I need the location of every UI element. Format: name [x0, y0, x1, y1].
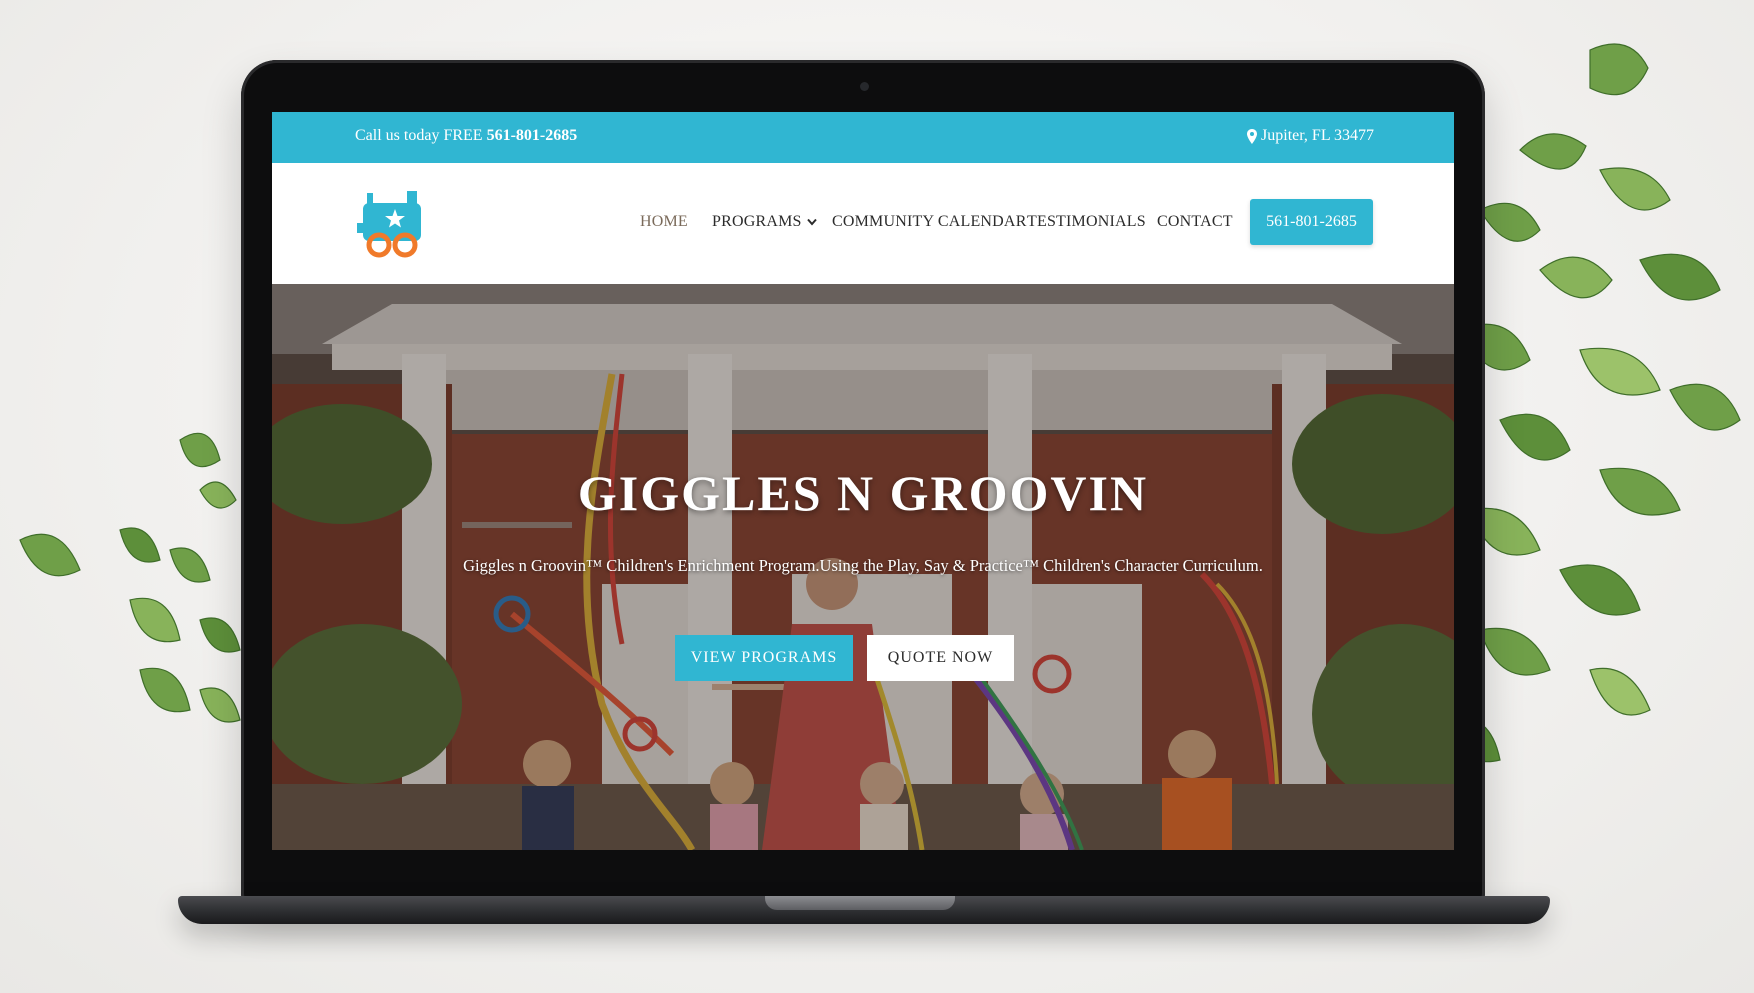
webcam: [860, 82, 869, 91]
plant-left-decoration: [19, 432, 241, 723]
hero-title: GIGGLES N GROOVIN: [577, 465, 1149, 521]
main-navigation: HOME PROGRAMS COMMUNITY CALENDAR TESTIMO…: [272, 163, 1454, 284]
nav-programs[interactable]: PROGRAMS: [712, 213, 817, 231]
location-text: Jupiter, FL 33477: [1261, 127, 1374, 144]
nav-programs-label: PROGRAMS: [712, 213, 802, 230]
top-phone-link[interactable]: 561-801-2685: [487, 127, 578, 144]
view-programs-button[interactable]: VIEW PROGRAMS: [675, 635, 853, 681]
nav-community-calendar[interactable]: COMMUNITY CALENDAR: [832, 213, 1027, 231]
header-phone-button[interactable]: 561-801-2685: [1250, 199, 1373, 245]
site-header: HOME PROGRAMS COMMUNITY CALENDAR TESTIMO…: [272, 163, 1454, 284]
quote-now-button[interactable]: QUOTE NOW: [867, 635, 1014, 681]
call-prefix: Call us today FREE: [355, 127, 483, 144]
mockup-background: Call us today FREE 561-801-2685 Jupiter,…: [0, 0, 1754, 993]
top-info-bar: Call us today FREE 561-801-2685 Jupiter,…: [272, 112, 1454, 163]
map-marker-icon: [1247, 128, 1258, 144]
location-info: Jupiter, FL 33477: [1247, 127, 1374, 145]
hero-subtitle: Giggles n Groovin™ Children's Enrichment…: [463, 556, 1263, 575]
hero-section: GIGGLES N GROOVIN Giggles n Groovin™ Chi…: [272, 284, 1454, 850]
plant-right-decoration: [1449, 43, 1741, 763]
nav-testimonials[interactable]: TESTIMONIALS: [1027, 213, 1146, 231]
nav-home[interactable]: HOME: [640, 213, 688, 231]
nav-contact[interactable]: CONTACT: [1157, 213, 1233, 231]
laptop-base-notch: [765, 896, 955, 910]
browser-screen: Call us today FREE 561-801-2685 Jupiter,…: [272, 112, 1454, 850]
call-info: Call us today FREE 561-801-2685: [355, 127, 577, 145]
chevron-down-icon: [806, 218, 817, 226]
